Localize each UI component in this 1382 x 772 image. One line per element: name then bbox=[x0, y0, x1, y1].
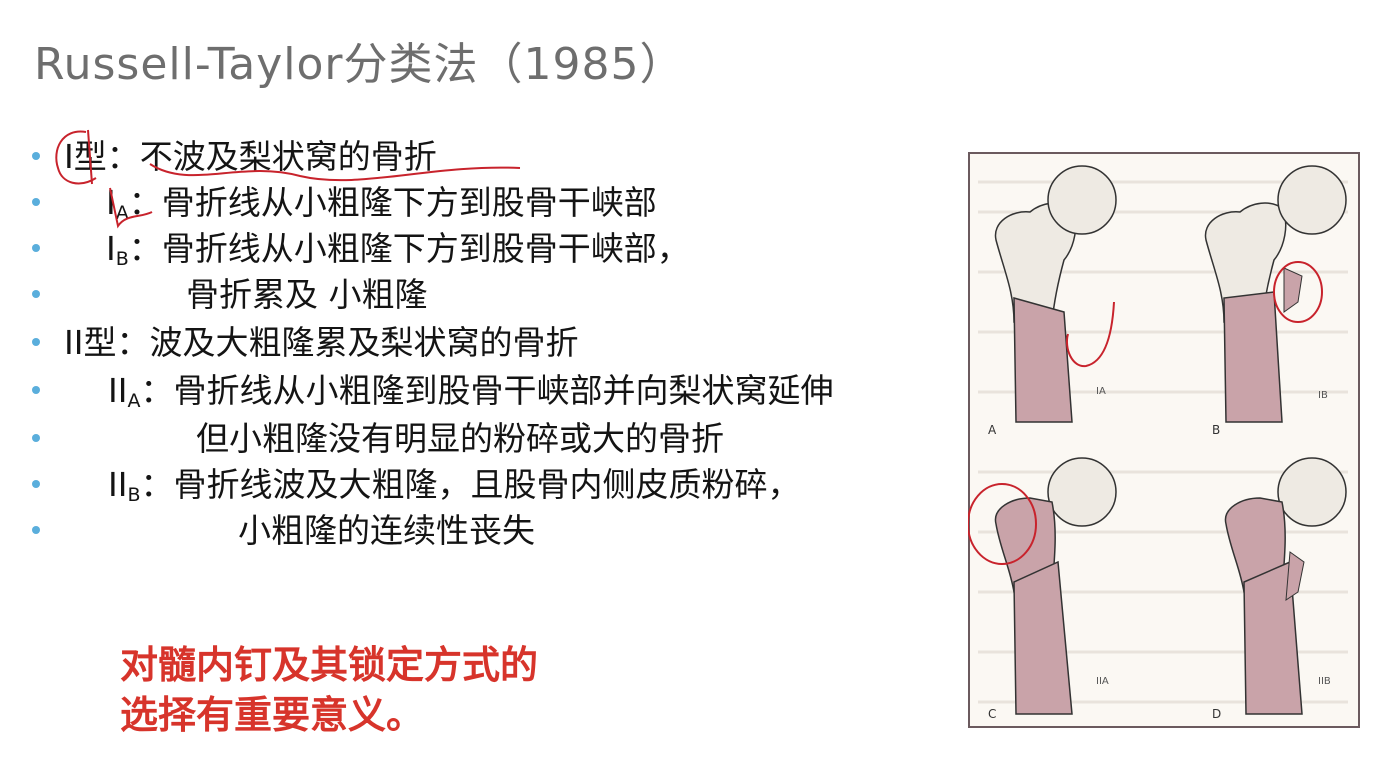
note-line: 对髓内钉及其锁定方式的 bbox=[120, 643, 539, 687]
bullet-dot bbox=[32, 152, 40, 160]
bullet-text: 但小粗隆没有明显的粉碎或大的骨折 bbox=[196, 419, 724, 458]
bullet-subscript: B bbox=[115, 248, 129, 270]
list-item: 小粗隆的连续性丧失 bbox=[0, 508, 970, 554]
important-note: 对髓内钉及其锁定方式的 选择有重要意义。 bbox=[120, 640, 538, 740]
bullet-dot bbox=[32, 434, 40, 442]
list-item: II型：波及大粗隆累及梨状窝的骨折 bbox=[0, 320, 970, 366]
list-item: IIA：骨折线从小粗隆到股骨干峡部并向梨状窝延伸 bbox=[0, 368, 970, 414]
bullet-prefix: I bbox=[106, 183, 116, 222]
bullet-prefix: I bbox=[106, 229, 116, 268]
bullet-text: ：骨折线从小粗隆下方到股骨干峡部， bbox=[128, 229, 690, 268]
bullet-subscript: A bbox=[115, 202, 129, 224]
bullet-list: I型：不波及梨状窝的骨折 IA：骨折线从小粗隆下方到股骨干峡部 IB：骨折线从小… bbox=[0, 0, 970, 560]
bullet-text: II型：波及大粗隆累及梨状窝的骨折 bbox=[64, 323, 579, 362]
note-line: 选择有重要意义。 bbox=[120, 693, 425, 737]
list-item: IIB：骨折线波及大粗隆，且股骨内侧皮质粉碎， bbox=[0, 462, 970, 508]
bullet-prefix: II bbox=[108, 371, 128, 410]
panel-label-ib: IB bbox=[1318, 390, 1328, 401]
list-item: 但小粗隆没有明显的粉碎或大的骨折 bbox=[0, 416, 970, 462]
panel-letter-c: C bbox=[988, 707, 996, 721]
bullet-dot bbox=[32, 338, 40, 346]
panel-label-ia: IA bbox=[1096, 386, 1106, 397]
panel-letter-a: A bbox=[988, 423, 997, 437]
bullet-dot bbox=[32, 526, 40, 534]
bullet-dot bbox=[32, 290, 40, 298]
bullet-text: ：骨折线从小粗隆下方到股骨干峡部 bbox=[128, 183, 657, 222]
bullet-dot bbox=[32, 386, 40, 394]
bullet-dot bbox=[32, 480, 40, 488]
femur-classification-figure: IA IB IIA IIB A B C D bbox=[967, 152, 1360, 728]
panel-label-iia: IIA bbox=[1096, 676, 1109, 687]
panel-letter-b: B bbox=[1212, 423, 1220, 437]
femur-illustration: IA IB IIA IIB A B C D bbox=[967, 152, 1360, 728]
bullet-subscript: B bbox=[127, 484, 141, 506]
bullet-text: ：骨折线波及大粗隆，且股骨内侧皮质粉碎， bbox=[140, 465, 801, 504]
panel-letter-d: D bbox=[1212, 707, 1221, 721]
list-item: IA：骨折线从小粗隆下方到股骨干峡部 bbox=[0, 180, 970, 226]
bullet-subscript: A bbox=[127, 390, 141, 412]
bullet-dot bbox=[32, 198, 40, 206]
bullet-text: I型：不波及梨状窝的骨折 bbox=[64, 137, 437, 176]
list-item: I型：不波及梨状窝的骨折 bbox=[0, 134, 970, 180]
list-item: 骨折累及 小粗隆 bbox=[0, 272, 970, 318]
bullet-dot bbox=[32, 244, 40, 252]
list-item: IB：骨折线从小粗隆下方到股骨干峡部， bbox=[0, 226, 970, 272]
panel-label-iib: IIB bbox=[1318, 676, 1331, 687]
bullet-text: ：骨折线从小粗隆到股骨干峡部并向梨状窝延伸 bbox=[140, 371, 834, 410]
bullet-prefix: II bbox=[108, 465, 128, 504]
bullet-text: 小粗隆的连续性丧失 bbox=[238, 511, 535, 550]
bullet-text: 骨折累及 小粗隆 bbox=[186, 275, 428, 314]
